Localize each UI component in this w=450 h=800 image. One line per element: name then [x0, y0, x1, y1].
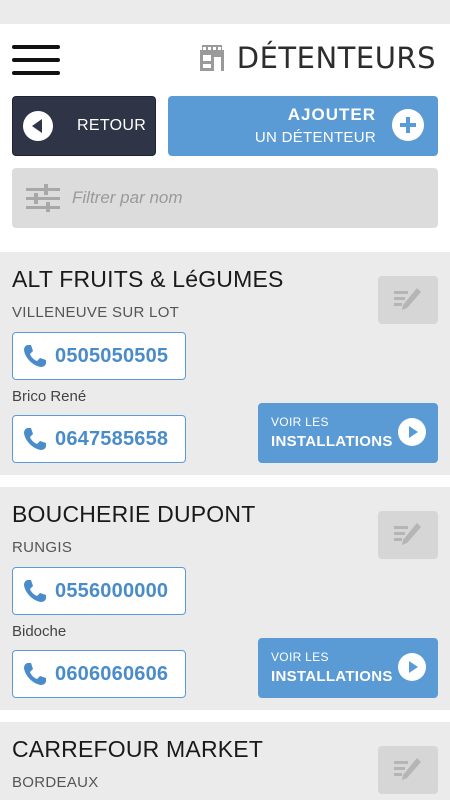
phone-number: 0556000000 — [55, 579, 169, 602]
play-arrow-icon — [398, 418, 426, 446]
phone-button[interactable]: 0505050505 — [12, 332, 186, 380]
contact-name: Brico René — [12, 388, 87, 405]
holder-city: VILLENEUVE SUR LOT — [12, 304, 180, 321]
add-holder-button[interactable]: AJOUTER UN DÉTENTEUR — [168, 96, 438, 156]
view-installations-button[interactable]: VOIR LES INSTALLATIONS — [258, 403, 438, 463]
holder-name: CARREFOUR MARKET — [12, 736, 264, 762]
edit-pencil-icon — [394, 288, 421, 310]
filter-bar[interactable] — [12, 168, 438, 228]
plus-icon — [392, 109, 424, 141]
phone-icon — [24, 663, 46, 685]
app-header: DÉTENTEURS RETOUR AJOUTER UN DÉTENTEUR — [0, 24, 450, 252]
view-installations-line2: INSTALLATIONS — [271, 433, 393, 450]
card-divider — [0, 475, 450, 487]
edit-holder-button[interactable] — [378, 746, 438, 794]
view-installations-line1: VOIR LES — [271, 650, 329, 664]
holder-city: BORDEAUX — [12, 774, 99, 791]
phone-button[interactable]: 0647585658 — [12, 415, 186, 463]
view-installations-line2: INSTALLATIONS — [271, 668, 393, 685]
holder-city: RUNGIS — [12, 539, 73, 556]
card-divider — [0, 710, 450, 722]
filter-sliders-icon — [26, 184, 60, 212]
page-title-area: DÉTENTEURS — [199, 38, 436, 78]
holder-card: CARREFOUR MARKET BORDEAUX — [0, 722, 450, 800]
view-installations-button[interactable]: VOIR LES INSTALLATIONS — [258, 638, 438, 698]
add-button-label-line2: UN DÉTENTEUR — [254, 129, 376, 146]
phone-icon — [24, 580, 46, 602]
edit-holder-button[interactable] — [378, 276, 438, 324]
building-icon — [199, 45, 224, 71]
status-bar — [0, 0, 450, 24]
phone-number: 0647585658 — [55, 427, 169, 450]
holder-name: BOUCHERIE DUPONT — [12, 501, 256, 527]
edit-pencil-icon — [394, 758, 421, 780]
contact-name: Bidoche — [12, 623, 67, 640]
phone-icon — [24, 428, 46, 450]
back-arrow-icon — [23, 111, 53, 141]
play-arrow-icon — [398, 653, 426, 681]
back-button-label: RETOUR — [77, 117, 147, 134]
holder-name: ALT FRUITS & LéGUMES — [12, 266, 284, 292]
back-button[interactable]: RETOUR — [12, 96, 156, 156]
holder-card: BOUCHERIE DUPONT RUNGIS 0556000000 Bidoc… — [0, 487, 450, 710]
phone-icon — [24, 345, 46, 367]
menu-icon[interactable] — [12, 45, 60, 75]
view-installations-line1: VOIR LES — [271, 415, 329, 429]
phone-number: 0606060606 — [55, 662, 169, 685]
add-button-label-line1: AJOUTER — [287, 105, 376, 124]
filter-by-name-input[interactable] — [72, 188, 392, 208]
holder-card: ALT FRUITS & LéGUMES VILLENEUVE SUR LOT … — [0, 252, 450, 475]
edit-holder-button[interactable] — [378, 511, 438, 559]
phone-button[interactable]: 0606060606 — [12, 650, 186, 698]
edit-pencil-icon — [394, 523, 421, 545]
phone-button[interactable]: 0556000000 — [12, 567, 186, 615]
page-title: DÉTENTEURS — [236, 41, 436, 75]
phone-number: 0505050505 — [55, 344, 169, 367]
